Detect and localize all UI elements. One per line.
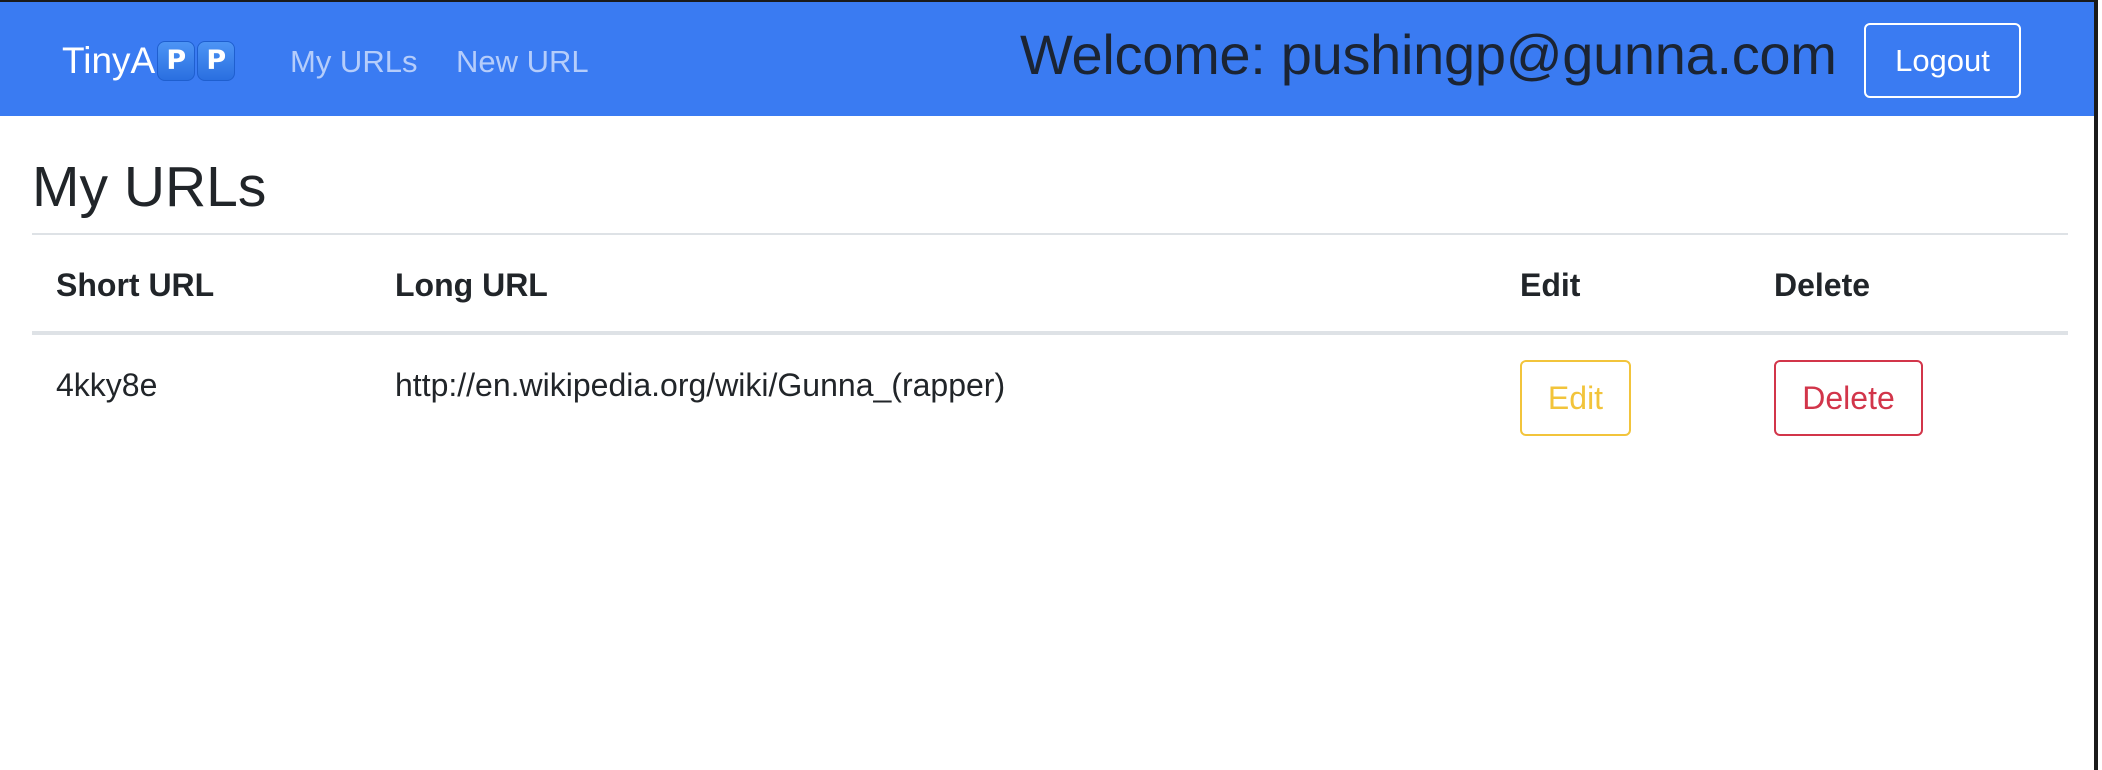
logout-button[interactable]: Logout bbox=[1864, 23, 2021, 98]
title-divider bbox=[32, 233, 2068, 235]
navbar: TinyA P P My URLs New URL Welcome: pushi… bbox=[0, 2, 2094, 116]
parking-p-icon: P bbox=[197, 41, 236, 81]
parking-p-icon: P bbox=[157, 41, 196, 81]
brand-text: TinyA bbox=[62, 40, 156, 81]
nav-link-my-urls[interactable]: My URLs bbox=[290, 42, 417, 82]
brand-logo[interactable]: TinyA P P bbox=[62, 38, 236, 84]
long-url-cell: http://en.wikipedia.org/wiki/Gunna_(rapp… bbox=[395, 367, 1006, 403]
page: TinyA P P My URLs New URL Welcome: pushi… bbox=[0, 0, 2098, 770]
page-title: My URLs bbox=[32, 155, 267, 219]
column-header-edit: Edit bbox=[1520, 267, 1581, 303]
column-header-long-url: Long URL bbox=[395, 267, 548, 303]
nav-link-new-url[interactable]: New URL bbox=[456, 42, 589, 82]
welcome-message: Welcome: pushingp@gunna.com bbox=[1020, 23, 1837, 86]
column-header-short-url: Short URL bbox=[56, 267, 215, 303]
delete-button[interactable]: Delete bbox=[1774, 360, 1923, 436]
edit-button[interactable]: Edit bbox=[1520, 360, 1631, 436]
table-header-divider bbox=[32, 331, 2068, 335]
short-url-cell: 4kky8e bbox=[56, 367, 158, 403]
column-header-delete: Delete bbox=[1774, 267, 1871, 303]
